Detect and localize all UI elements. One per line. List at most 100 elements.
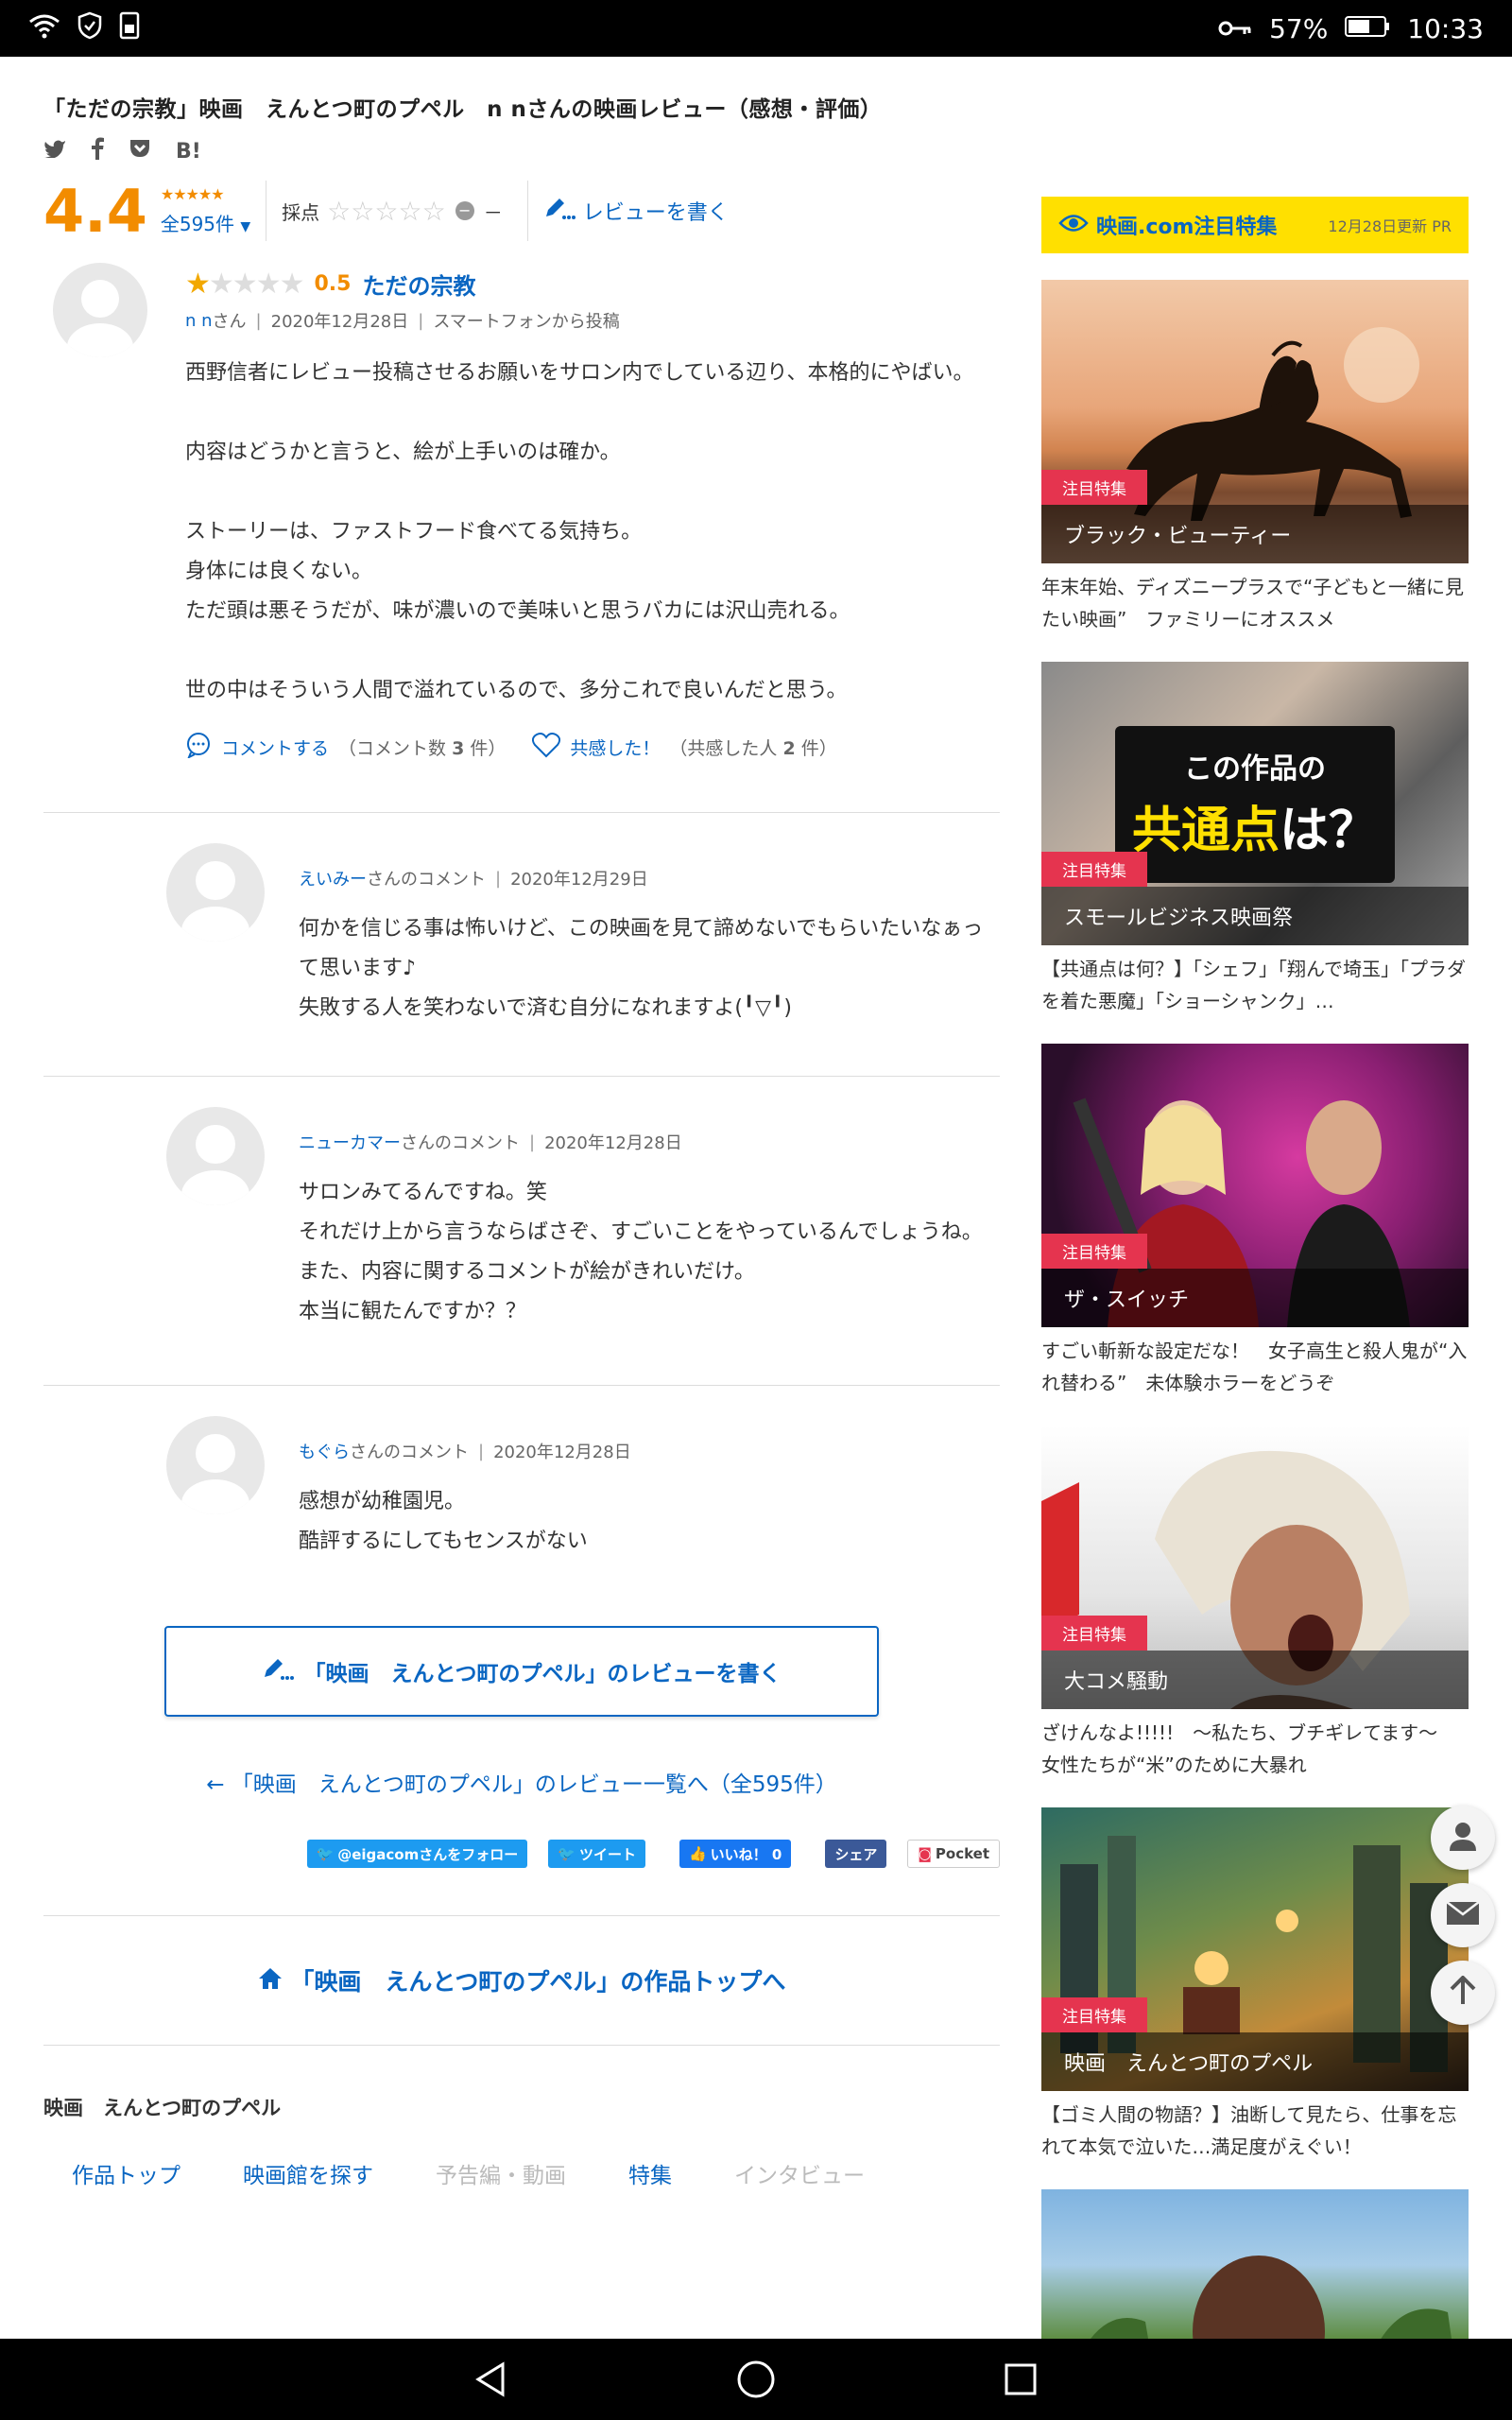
feature-card[interactable]: この作品の 共通点は？ 注目特集 スモールビジネス映画祭 【共通点は何？】「シェ…	[1041, 662, 1469, 1017]
movie-top-link[interactable]: 「映画 えんとつ町のプペル」の作品トップへ	[43, 1963, 1000, 1997]
status-left	[28, 11, 140, 46]
home-circle-icon	[737, 2360, 775, 2398]
review-score: 0.5	[314, 271, 352, 296]
feature-image[interactable]: 注目特集 ブラック・ビューティー	[1041, 280, 1469, 563]
comment-user[interactable]: もぐら	[299, 1439, 350, 1463]
feature-badge: 注目特集	[1041, 470, 1147, 505]
pocket-button[interactable]: ◙ Pocket	[907, 1840, 1000, 1868]
twitter-icon[interactable]	[43, 139, 66, 164]
profile-fab[interactable]	[1431, 1806, 1495, 1870]
recents-button[interactable]	[997, 2356, 1044, 2403]
comment-body: ニューカマー さんのコメント | 2020年12月28日 サロンみてるんですね。…	[299, 1107, 1000, 1332]
feature-desc[interactable]: 【共通点は何？】「シェフ」「翔んで埼玉」「プラダを着た悪魔」「ショーシャンク」…	[1041, 953, 1469, 1017]
comment-meta: えいみー さんのコメント | 2020年12月29日	[299, 866, 1000, 890]
feature-overlay: この作品の 共通点は？	[1115, 726, 1395, 883]
total-reviews-link[interactable]: 全595件 ▼	[161, 209, 250, 236]
feature-caption: ザ・スイッチ	[1041, 1269, 1469, 1327]
divider: |	[495, 868, 502, 889]
twitter-icon: 🐦	[316, 1845, 335, 1862]
divider: |	[255, 310, 262, 331]
comment-text: 感想が幼稚園児。 酷評するにしてもセンスがない	[299, 1490, 588, 1553]
feature-image[interactable]: 注目特集 大コメ騒動	[1041, 1426, 1469, 1709]
facebook-like-button[interactable]: 👍 いいね！ 0	[679, 1840, 792, 1868]
tab-theaters[interactable]: 映画館を探す	[243, 2157, 373, 2189]
review-title[interactable]: ただの宗教	[362, 268, 475, 301]
review-user[interactable]: n n	[185, 311, 213, 331]
main-content: 「ただの宗教」映画 えんとつ町のプペル n nさんの映画レビュー（感想・評価） …	[0, 57, 1512, 2339]
feature-badge: 注目特集	[1041, 1997, 1147, 2032]
divider	[43, 1915, 1000, 1916]
average-stars-icon: ★★★★★	[160, 185, 225, 203]
scroll-top-fab[interactable]	[1431, 1961, 1495, 2025]
feature-badge: 注目特集	[1041, 1234, 1147, 1269]
comment-text: サロンみてるんですね。笑 それだけ上から言うならばさぞ、すごいことをやっているん…	[299, 1181, 983, 1323]
pocket-icon[interactable]	[129, 138, 151, 164]
tweet-button[interactable]: 🐦 ツイート	[548, 1840, 645, 1868]
thumbs-up-icon: 👍	[688, 1845, 707, 1862]
status-bar: 57% 10:33	[0, 0, 1512, 57]
feature-desc[interactable]: すごい斬新な設定だな！ 女子高生と殺人鬼が“入れ替わる” 未体験ホラーをどうぞ	[1041, 1335, 1469, 1399]
comment-user[interactable]: ニューカマー	[299, 1130, 401, 1154]
comment-meta: もぐら さんのコメント | 2020年12月28日	[299, 1439, 1000, 1463]
average-rating: 4.4	[43, 176, 147, 246]
like-button[interactable]: 共感した！	[570, 735, 660, 760]
avatar[interactable]	[166, 843, 265, 942]
clear-score-icon[interactable]: −	[455, 201, 474, 220]
average-meta: ★★★★★ 全595件 ▼	[161, 185, 250, 236]
comment-text: 何かを信じる事は怖いけど、この映画を見て諦めないでもらいたいなぁって思います♪ …	[299, 917, 984, 1020]
back-button[interactable]	[468, 2356, 515, 2403]
feature-card[interactable]: 注目特集 ブラック・ビューティー 年末年始、ディズニープラスで“子どもと一緒に見…	[1041, 280, 1469, 635]
write-movie-review-button[interactable]: 「映画 えんとつ町のプペル」のレビューを書く	[164, 1626, 879, 1717]
tab-feature[interactable]: 特集	[628, 2157, 672, 2189]
feature-card[interactable]: 注目特集 ザ・スイッチ すごい斬新な設定だな！ 女子高生と殺人鬼が“入れ替わる”…	[1041, 1044, 1469, 1399]
mail-fab[interactable]	[1431, 1883, 1495, 1947]
feature-caption: ブラック・ビューティー	[1041, 505, 1469, 563]
page-title: 「ただの宗教」映画 えんとつ町のプペル n nさんの映画レビュー（感想・評価）	[43, 97, 883, 122]
feature-image[interactable]: 注目特集 映画 えんとつ町のプペル	[1041, 1807, 1469, 2091]
write-review-link[interactable]: レビューを書く	[543, 196, 729, 226]
score-stars-input[interactable]: ☆☆☆☆☆	[327, 196, 446, 227]
score-label: 採点	[282, 200, 320, 224]
shield-icon	[77, 11, 102, 46]
pocket-icon: ◙	[918, 1845, 932, 1862]
feature-card[interactable]: 注目特集 大コメ騒動 ざけんなよ!!!!! ～私たち、ブチギレてます～ 女性たち…	[1041, 1426, 1469, 1781]
divider	[43, 812, 1000, 813]
avatar[interactable]	[166, 1416, 265, 1514]
home-button[interactable]	[732, 2356, 780, 2403]
review-date: 2020年12月28日	[270, 312, 409, 332]
comment-button[interactable]: コメントする	[221, 735, 329, 760]
comment-date: 2020年12月28日	[544, 1133, 682, 1153]
system-nav-bar	[0, 2339, 1512, 2420]
feature-image[interactable]	[1041, 2189, 1469, 2339]
follow-button[interactable]: 🐦 @eigacomさんをフォロー	[306, 1840, 528, 1868]
feature-desc[interactable]: 【ゴミ人間の物語？】油断して見たら、仕事を忘れて本気で泣いた…満足度がえぐい！	[1041, 2099, 1469, 2163]
avatar[interactable]	[53, 263, 147, 357]
battery-percent: 57%	[1269, 12, 1329, 44]
feature-desc[interactable]: 年末年始、ディズニープラスで“子どもと一緒に見たい映画” ファミリーにオススメ	[1041, 571, 1469, 635]
review-actions: コメントする （コメント数 3 件） 共感した！ （共感した人 2 件）	[185, 732, 1000, 763]
avatar[interactable]	[166, 1107, 265, 1205]
feature-image[interactable]: この作品の 共通点は？ 注目特集 スモールビジネス映画祭	[1041, 662, 1469, 945]
facebook-icon[interactable]	[91, 137, 104, 165]
left-column: 「ただの宗教」映画 えんとつ町のプペル n nさんの映画レビュー（感想・評価） …	[43, 57, 1000, 2189]
movie-tabs: 作品トップ 映画館を探す 予告編・動画 特集 インタビュー	[43, 2157, 1000, 2189]
comment-user[interactable]: えいみー	[299, 866, 367, 890]
twitter-icon: 🐦	[558, 1845, 576, 1862]
hatena-icon[interactable]: B!	[176, 140, 201, 164]
comment-icon[interactable]	[185, 732, 212, 763]
clock: 10:33	[1407, 12, 1484, 44]
feature-card[interactable]: 注目特集 映画 えんとつ町のプペル 【ゴミ人間の物語？】油断して見たら、仕事を忘…	[1041, 1807, 1469, 2163]
review-text: 西野信者にレビュー投稿させるお願いをサロン内でしている辺り、本格的にやばい。 内…	[185, 361, 974, 702]
comment-user-suffix: さんのコメント	[367, 870, 486, 890]
feature-desc[interactable]: ざけんなよ!!!!! ～私たち、ブチギレてます～ 女性たちが“米”のために大暴れ	[1041, 1717, 1469, 1781]
tab-top[interactable]: 作品トップ	[72, 2157, 180, 2189]
feature-card[interactable]	[1041, 2189, 1469, 2339]
comment-count-label: （コメント数 3 件）	[338, 738, 507, 759]
key-icon	[1218, 13, 1252, 44]
review-list-link[interactable]: ← 「映画 えんとつ町のプペル」のレビュー一覧へ（全595件）	[43, 1766, 1000, 1798]
rating-row: 4.4 ★★★★★ 全595件 ▼ 採点 ☆☆☆☆☆ − － レビューを書く	[43, 176, 1000, 246]
share-button[interactable]: シェア	[825, 1840, 887, 1868]
feature-caption: スモールビジネス映画祭	[1041, 887, 1469, 945]
heart-icon[interactable]	[532, 732, 561, 763]
feature-image[interactable]: 注目特集 ザ・スイッチ	[1041, 1044, 1469, 1327]
